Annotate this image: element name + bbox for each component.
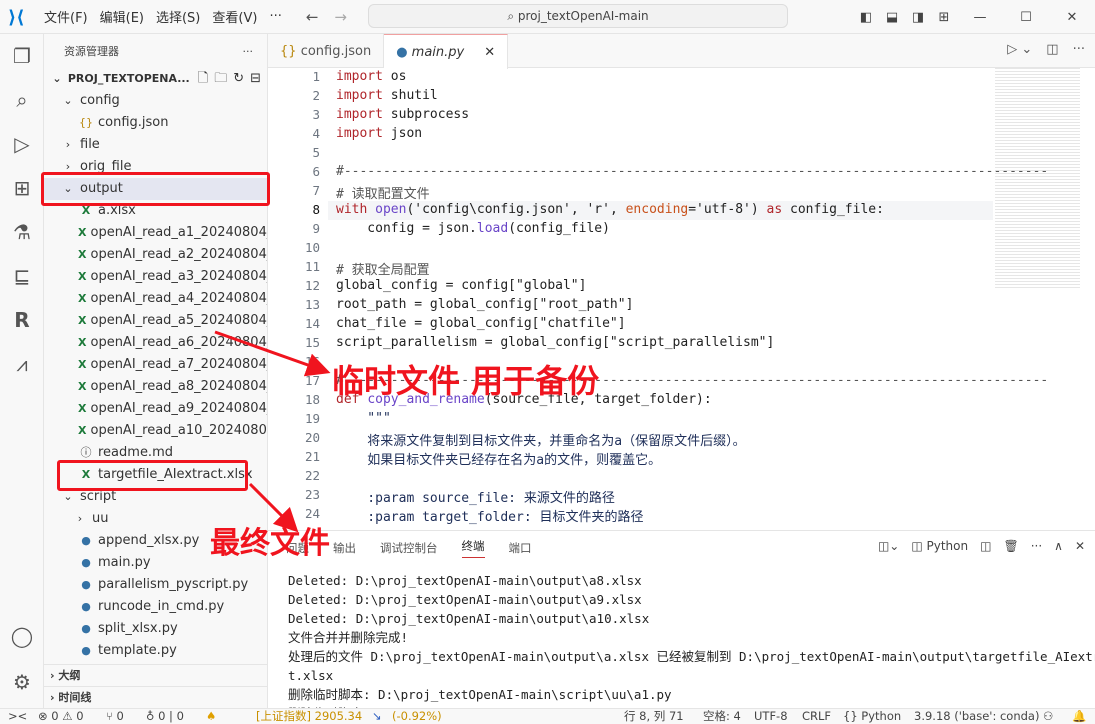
annotation-final-label: 最终文件 — [210, 526, 330, 561]
arrow-to-temp-label — [214, 330, 331, 377]
annotation-temp-label: 临时文件 用于备份 — [332, 362, 600, 400]
